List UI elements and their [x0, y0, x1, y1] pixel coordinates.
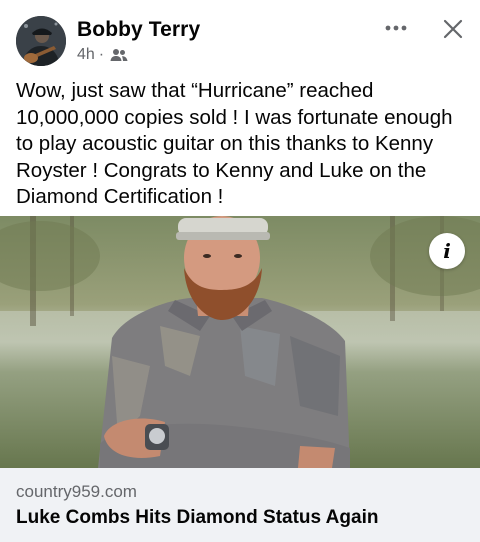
info-icon: i: [443, 239, 451, 263]
link-preview-image[interactable]: [0, 216, 480, 468]
preview-photo: [0, 216, 480, 468]
close-icon: [443, 19, 463, 39]
avatar-image: [16, 16, 66, 66]
link-headline[interactable]: Luke Combs Hits Diamond Status Again: [16, 507, 378, 529]
meta-separator: ·: [98, 46, 105, 63]
post-time[interactable]: 4h: [77, 46, 95, 64]
post-text: Wow, just saw that “Hurricane” reached 1…: [16, 79, 453, 208]
info-button[interactable]: i: [429, 233, 465, 269]
post-meta: 4h ·: [77, 46, 128, 64]
post-header: Bobby Terry 4h ·: [0, 0, 480, 70]
author-name[interactable]: Bobby Terry: [77, 18, 200, 42]
link-domain[interactable]: country959.com: [16, 482, 137, 502]
link-preview-footer[interactable]: [0, 468, 480, 542]
author-avatar[interactable]: [16, 16, 66, 66]
more-options-button[interactable]: [381, 16, 411, 40]
more-horizontal-icon: [385, 25, 407, 31]
friends-icon: [110, 49, 128, 61]
close-button[interactable]: [438, 14, 468, 44]
